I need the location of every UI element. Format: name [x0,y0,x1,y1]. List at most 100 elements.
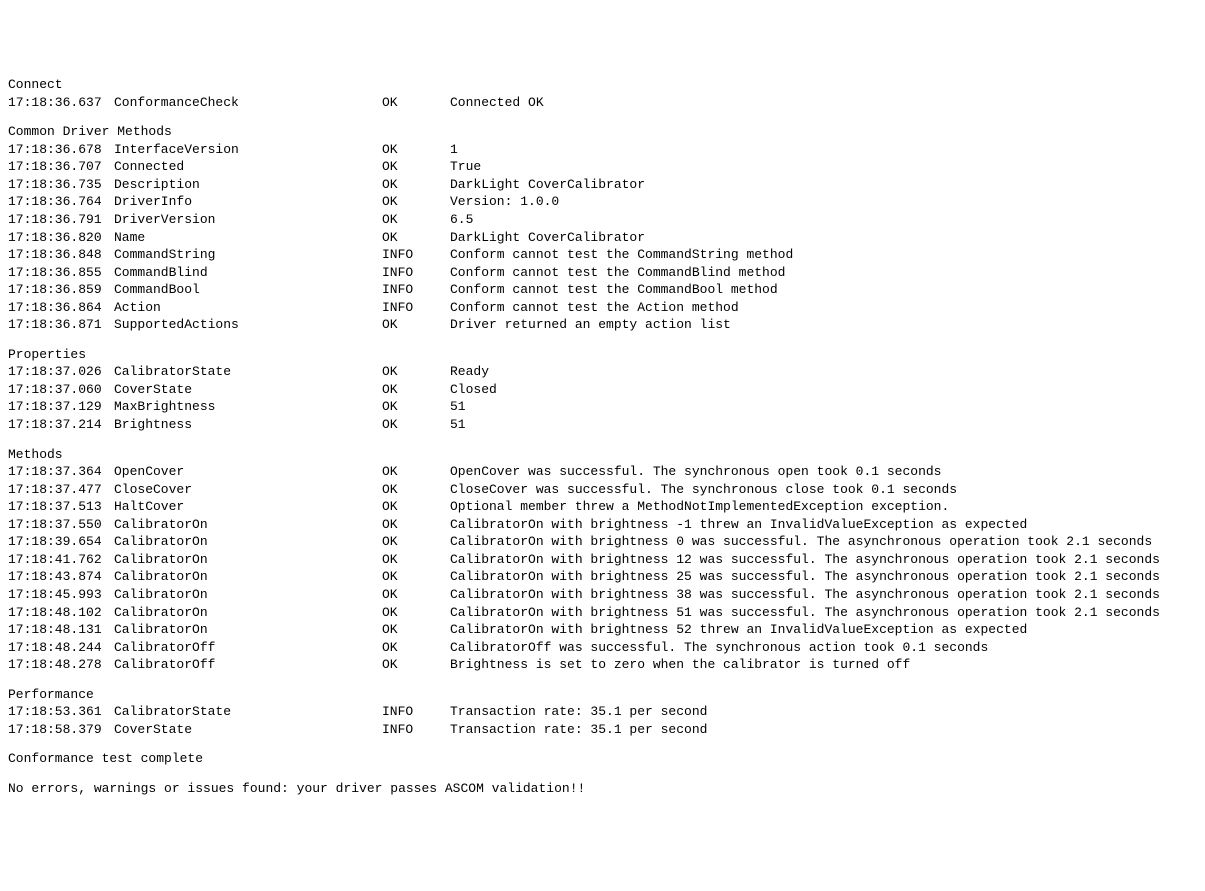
status: INFO [382,299,450,317]
log-row: 17:18:36.791DriverVersionOK6.5 [8,211,1197,229]
log-row: 17:18:37.129MaxBrightnessOK51 [8,398,1197,416]
status: OK [382,568,450,586]
message: Optional member threw a MethodNotImpleme… [450,499,949,514]
message: CalibratorOn with brightness 12 was succ… [450,552,1160,567]
test-name: Name [114,229,382,247]
test-name: CommandBlind [114,264,382,282]
status: OK [382,498,450,516]
message: DarkLight CoverCalibrator [450,230,645,245]
message: Conform cannot test the CommandBlind met… [450,265,785,280]
log-row: 17:18:36.848CommandStringINFOConform can… [8,246,1197,264]
status: INFO [382,246,450,264]
status: OK [382,193,450,211]
test-name: ConformanceCheck [114,94,382,112]
timestamp: 17:18:36.791 [8,211,114,229]
log-row: 17:18:36.871SupportedActionsOKDriver ret… [8,316,1197,334]
message: CalibratorOn with brightness 52 threw an… [450,622,1027,637]
status: OK [382,586,450,604]
log-row: 17:18:36.707ConnectedOKTrue [8,158,1197,176]
log-row: 17:18:37.060CoverStateOKClosed [8,381,1197,399]
test-name: CalibratorOn [114,516,382,534]
timestamp: 17:18:39.654 [8,533,114,551]
message: OpenCover was successful. The synchronou… [450,464,941,479]
test-name: SupportedActions [114,316,382,334]
message: DarkLight CoverCalibrator [450,177,645,192]
message: Version: 1.0.0 [450,194,559,209]
timestamp: 17:18:36.855 [8,264,114,282]
log-row: 17:18:37.477CloseCoverOKCloseCover was s… [8,481,1197,499]
section-header: Common Driver Methods [8,123,1197,141]
timestamp: 17:18:37.550 [8,516,114,534]
log-row: 17:18:58.379CoverStateINFOTransaction ra… [8,721,1197,739]
status: OK [382,176,450,194]
timestamp: 17:18:48.131 [8,621,114,639]
message: CloseCover was successful. The synchrono… [450,482,957,497]
status: OK [382,211,450,229]
section-header: Properties [8,346,1197,364]
test-name: CalibratorOn [114,604,382,622]
timestamp: 17:18:37.513 [8,498,114,516]
test-name: CalibratorOn [114,533,382,551]
test-name: Action [114,299,382,317]
status: OK [382,141,450,159]
test-name: OpenCover [114,463,382,481]
test-name: Brightness [114,416,382,434]
test-name: DriverVersion [114,211,382,229]
message: Transaction rate: 35.1 per second [450,704,707,719]
timestamp: 17:18:41.762 [8,551,114,569]
log-row: 17:18:48.131CalibratorOnOKCalibratorOn w… [8,621,1197,639]
status: OK [382,229,450,247]
status: OK [382,604,450,622]
status: OK [382,639,450,657]
message: CalibratorOff was successful. The synchr… [450,640,988,655]
timestamp: 17:18:36.678 [8,141,114,159]
status: OK [382,463,450,481]
test-name: InterfaceVersion [114,141,382,159]
status: OK [382,533,450,551]
message: Closed [450,382,497,397]
status: OK [382,381,450,399]
log-row: 17:18:36.820NameOKDarkLight CoverCalibra… [8,229,1197,247]
timestamp: 17:18:36.864 [8,299,114,317]
log-row: 17:18:37.513HaltCoverOKOptional member t… [8,498,1197,516]
message: True [450,159,481,174]
log-row: 17:18:36.678InterfaceVersionOK1 [8,141,1197,159]
footer-complete: Conformance test complete [8,750,1197,768]
test-name: CalibratorOn [114,551,382,569]
message: CalibratorOn with brightness 25 was succ… [450,569,1160,584]
message: 51 [450,417,466,432]
timestamp: 17:18:36.735 [8,176,114,194]
test-name: CloseCover [114,481,382,499]
test-name: CoverState [114,721,382,739]
message: CalibratorOn with brightness 51 was succ… [450,605,1160,620]
timestamp: 17:18:43.874 [8,568,114,586]
test-name: CalibratorOn [114,621,382,639]
log-row: 17:18:37.550CalibratorOnOKCalibratorOn w… [8,516,1197,534]
log-row: 17:18:41.762CalibratorOnOKCalibratorOn w… [8,551,1197,569]
test-name: CalibratorOn [114,568,382,586]
footer-summary: No errors, warnings or issues found: you… [8,780,1197,798]
status: OK [382,656,450,674]
log-row: 17:18:36.859CommandBoolINFOConform canno… [8,281,1197,299]
section-header: Connect [8,76,1197,94]
status: OK [382,363,450,381]
log-row: 17:18:36.764DriverInfoOKVersion: 1.0.0 [8,193,1197,211]
test-name: Connected [114,158,382,176]
test-name: CalibratorOff [114,656,382,674]
log-row: 17:18:48.244CalibratorOffOKCalibratorOff… [8,639,1197,657]
section-header: Methods [8,446,1197,464]
log-output: Connect17:18:36.637ConformanceCheckOKCon… [8,76,1197,797]
status: OK [382,621,450,639]
timestamp: 17:18:37.060 [8,381,114,399]
message: Conform cannot test the CommandString me… [450,247,793,262]
status: INFO [382,721,450,739]
test-name: CoverState [114,381,382,399]
timestamp: 17:18:36.764 [8,193,114,211]
timestamp: 17:18:48.278 [8,656,114,674]
timestamp: 17:18:36.871 [8,316,114,334]
log-row: 17:18:43.874CalibratorOnOKCalibratorOn w… [8,568,1197,586]
message: Conform cannot test the Action method [450,300,739,315]
timestamp: 17:18:36.820 [8,229,114,247]
timestamp: 17:18:36.637 [8,94,114,112]
log-row: 17:18:39.654CalibratorOnOKCalibratorOn w… [8,533,1197,551]
